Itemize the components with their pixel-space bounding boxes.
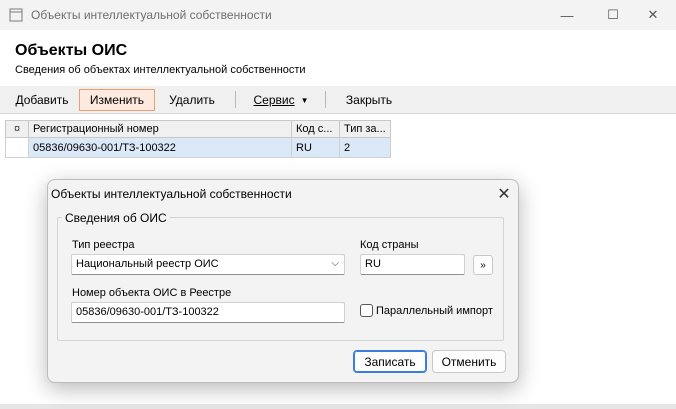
row-marker-header: ¤: [5, 120, 29, 138]
page-title: Объекты ОИС: [15, 42, 128, 59]
column-header-reg-number[interactable]: Регистрационный номер: [28, 120, 292, 138]
country-code-label: Код страны: [360, 239, 419, 251]
registry-type-value: Национальный реестр ОИС: [76, 258, 219, 270]
records-table: ¤ Регистрационный номер Код с... Тип за.…: [5, 120, 391, 158]
country-code-input[interactable]: RU: [360, 254, 465, 275]
app-icon: [9, 8, 23, 22]
window-titlebar: Объекты интеллектуальной собственности —…: [0, 0, 676, 30]
toolbar-divider: [325, 91, 326, 108]
double-chevron-right-icon: »: [480, 259, 486, 271]
cell-reg-number[interactable]: 05836/09630-001/ТЗ-100322: [28, 137, 292, 158]
edit-button[interactable]: Изменить: [79, 89, 155, 111]
delete-button[interactable]: Удалить: [163, 89, 221, 111]
object-number-input[interactable]: 05836/09630-001/ТЗ-100322: [71, 302, 345, 323]
dialog-title: Объекты интеллектуальной собственности: [51, 187, 292, 201]
table-header-row: ¤ Регистрационный номер Код с... Тип за.…: [5, 120, 391, 138]
minimize-button[interactable]: —: [544, 0, 590, 30]
dialog-close-icon[interactable]: ✕: [494, 184, 514, 204]
chevron-down-icon: ▼: [300, 95, 309, 105]
service-menu-label: Сервис: [253, 93, 295, 107]
cell-country[interactable]: RU: [291, 137, 340, 158]
delete-button-label: Удалить: [169, 93, 215, 107]
toolbar: Добавить Изменить Удалить Сервис ▼ Закры…: [0, 86, 676, 114]
add-button[interactable]: Добавить: [13, 89, 71, 111]
window-title: Объекты интеллектуальной собственности: [31, 8, 272, 22]
registry-type-select[interactable]: Национальный реестр ОИС ⌵: [71, 254, 345, 275]
table-row[interactable]: 05836/09630-001/ТЗ-100322 RU 2: [5, 137, 391, 158]
object-number-label: Номер объекта ОИС в Реестре: [72, 287, 232, 299]
page-header: Объекты ОИС Сведения об объектах интелле…: [0, 30, 676, 86]
close-window-button[interactable]: ✕: [630, 0, 676, 30]
close-button[interactable]: Закрыть: [340, 89, 398, 111]
edit-button-label: Изменить: [89, 93, 145, 107]
country-code-value: RU: [365, 258, 381, 270]
chevron-down-icon: ⌵: [331, 258, 339, 269]
row-marker[interactable]: [5, 137, 29, 158]
toolbar-divider: [235, 91, 236, 108]
save-button[interactable]: Записать: [353, 350, 427, 373]
cell-type[interactable]: 2: [339, 137, 391, 158]
groupbox-title: Сведения об ОИС: [62, 211, 170, 225]
column-header-country[interactable]: Код с...: [291, 120, 340, 138]
cancel-button[interactable]: Отменить: [432, 350, 506, 373]
country-lookup-button[interactable]: »: [473, 255, 493, 275]
service-menu-button[interactable]: Сервис ▼: [249, 89, 313, 111]
save-button-label: Записать: [364, 354, 416, 369]
add-button-label: Добавить: [15, 93, 69, 107]
cancel-button-label: Отменить: [441, 354, 497, 369]
parallel-import-checkbox[interactable]: [360, 304, 373, 317]
page-subtitle: Сведения об объектах интеллектуальной со…: [15, 64, 306, 76]
object-number-value: 05836/09630-001/ТЗ-100322: [76, 306, 219, 318]
status-bar: [0, 404, 676, 409]
registry-type-label: Тип реестра: [72, 239, 135, 251]
edit-dialog: Объекты интеллектуальной собственности ✕…: [47, 179, 519, 383]
column-header-type[interactable]: Тип за...: [339, 120, 391, 138]
close-button-label: Закрыть: [345, 93, 393, 107]
parallel-import-label[interactable]: Параллельный импорт: [376, 305, 493, 317]
